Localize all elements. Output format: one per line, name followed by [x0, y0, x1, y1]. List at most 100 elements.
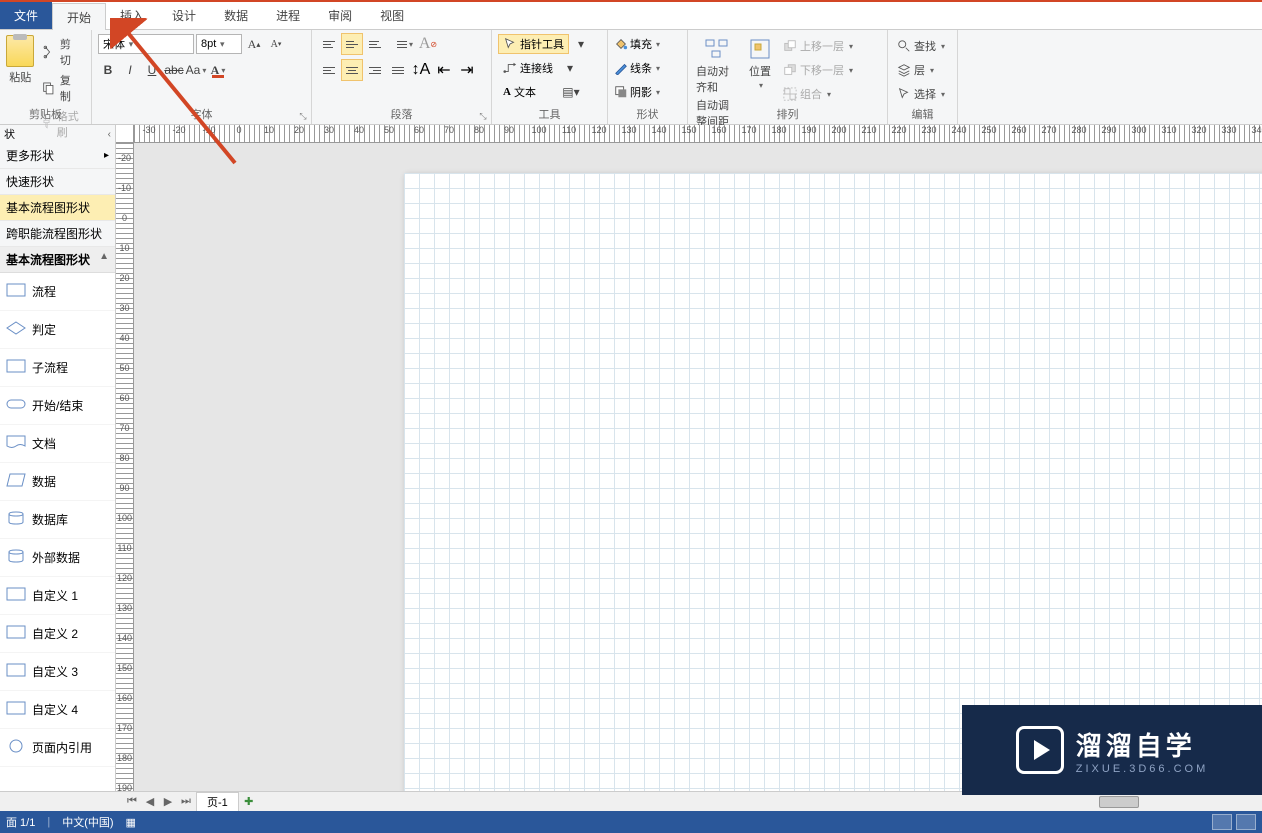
- text-direction-button[interactable]: ↕A: [410, 59, 432, 81]
- shapes-sidebar: 更多形状▸快速形状基本流程图形状跨职能流程图形状 基本流程图形状 ▲ 流程判定子…: [0, 143, 116, 791]
- shape-stencil[interactable]: 文档: [0, 425, 115, 463]
- view-normal-button[interactable]: [1212, 814, 1232, 830]
- align-middle-button[interactable]: [341, 33, 363, 55]
- status-macro-icon[interactable]: ▦: [126, 816, 136, 829]
- bucket-icon: [614, 37, 628, 51]
- align-justify-button[interactable]: [387, 59, 409, 81]
- shape-stencil[interactable]: 开始/结束: [0, 387, 115, 425]
- paste-icon: [6, 35, 34, 67]
- underline-button[interactable]: U: [142, 60, 162, 80]
- page-add[interactable]: ✚: [241, 795, 257, 808]
- view-fullscreen-button[interactable]: [1236, 814, 1256, 830]
- align-bottom-button[interactable]: [364, 33, 386, 55]
- pointer-tool-dropdown[interactable]: ▾: [571, 34, 591, 54]
- clear-formatting-button[interactable]: A⊘: [417, 33, 439, 55]
- italic-button[interactable]: I: [120, 60, 140, 80]
- tab-view[interactable]: 视图: [366, 2, 418, 29]
- shapes-panel-collapse[interactable]: ‹: [108, 129, 111, 140]
- bullets-button[interactable]: ▾: [394, 33, 416, 55]
- canvas[interactable]: [134, 143, 1262, 791]
- grow-font-button[interactable]: A▴: [244, 34, 264, 54]
- shape-stencil[interactable]: 自定义 2: [0, 615, 115, 653]
- tab-process[interactable]: 进程: [262, 2, 314, 29]
- font-color-button[interactable]: A▾: [208, 60, 228, 80]
- align-left-button[interactable]: [318, 59, 340, 81]
- page-nav-first[interactable]: ⏮: [124, 795, 140, 808]
- status-lang[interactable]: 中文(中国): [62, 814, 113, 830]
- sidebar-category[interactable]: 更多形状▸: [0, 143, 115, 169]
- scroll-up-icon[interactable]: ▲: [99, 251, 109, 262]
- sidebar-category[interactable]: 快速形状: [0, 169, 115, 195]
- align-top-button[interactable]: [318, 33, 340, 55]
- tab-home[interactable]: 开始: [52, 3, 106, 30]
- play-icon: [1016, 726, 1064, 774]
- fill-button[interactable]: 填充▾: [614, 33, 681, 55]
- page-nav-last[interactable]: ⏭: [178, 795, 194, 808]
- copy-button[interactable]: 复制: [38, 71, 85, 105]
- group-label-edit: 编辑: [888, 106, 957, 124]
- shape-icon: [6, 701, 26, 718]
- strike-button[interactable]: abc: [164, 60, 184, 80]
- horizontal-ruler[interactable]: -30-20-100102030405060708090100110120130…: [134, 125, 1262, 143]
- tab-data[interactable]: 数据: [210, 2, 262, 29]
- group-button[interactable]: 组合▾: [780, 83, 856, 105]
- page-tab-1[interactable]: 页-1: [196, 792, 239, 811]
- change-case-button[interactable]: Aa▾: [186, 60, 206, 80]
- shadow-button[interactable]: 阴影▾: [614, 81, 681, 103]
- line-button[interactable]: 线条▾: [614, 57, 681, 79]
- bold-button[interactable]: B: [98, 60, 118, 80]
- connector-tool-button[interactable]: 连接线: [498, 58, 558, 78]
- shape-stencil[interactable]: 数据: [0, 463, 115, 501]
- position-button[interactable]: 位置 ▾: [744, 33, 776, 94]
- shape-stencil[interactable]: 判定: [0, 311, 115, 349]
- font-name-combo[interactable]: 宋体▾: [98, 34, 194, 54]
- group-icon: [783, 87, 797, 101]
- shape-stencil[interactable]: 流程: [0, 273, 115, 311]
- cut-button[interactable]: 剪切: [38, 35, 85, 69]
- sidebar-category[interactable]: 基本流程图形状: [0, 195, 115, 221]
- shape-stencil[interactable]: 数据库: [0, 501, 115, 539]
- hscroll-thumb[interactable]: [1099, 796, 1139, 808]
- align-right-button[interactable]: [364, 59, 386, 81]
- shape-stencil[interactable]: 自定义 4: [0, 691, 115, 729]
- layers-button[interactable]: 层▾: [894, 59, 951, 81]
- shadow-icon: [614, 85, 628, 99]
- shape-stencil[interactable]: 子流程: [0, 349, 115, 387]
- pen-icon: [614, 61, 628, 75]
- shape-stencil[interactable]: 自定义 1: [0, 577, 115, 615]
- tab-file[interactable]: 文件: [0, 2, 52, 29]
- tab-design[interactable]: 设计: [158, 2, 210, 29]
- connector-tool-dropdown[interactable]: ▾: [560, 58, 580, 78]
- find-button[interactable]: 查找▾: [894, 35, 951, 57]
- align-center-button[interactable]: [341, 59, 363, 81]
- tab-review[interactable]: 审阅: [314, 2, 366, 29]
- font-size-combo[interactable]: 8pt▾: [196, 34, 242, 54]
- find-icon: [897, 39, 911, 53]
- shape-icon: [6, 397, 26, 414]
- bring-forward-icon: [783, 39, 797, 53]
- drawing-page[interactable]: [404, 173, 1262, 791]
- page-nav-prev[interactable]: ◀: [142, 795, 158, 808]
- tab-insert[interactable]: 插入: [106, 2, 158, 29]
- tools-gallery-button[interactable]: ▤▾: [561, 82, 581, 102]
- bring-forward-button[interactable]: 上移一层▾: [780, 35, 856, 57]
- shrink-font-button[interactable]: A▾: [266, 34, 286, 54]
- vertical-ruler[interactable]: -20-100102030405060708090100110120130140…: [116, 143, 134, 791]
- sidebar-category[interactable]: 跨职能流程图形状: [0, 221, 115, 247]
- increase-indent-button[interactable]: ⇥: [456, 59, 478, 81]
- shape-stencil[interactable]: 页面内引用: [0, 729, 115, 767]
- shape-stencil[interactable]: 外部数据: [0, 539, 115, 577]
- shape-icon: [6, 435, 26, 452]
- shape-stencil[interactable]: 自定义 3: [0, 653, 115, 691]
- page-nav-next[interactable]: ▶: [160, 795, 176, 808]
- shapes-list[interactable]: 流程判定子流程开始/结束文档数据数据库外部数据自定义 1自定义 2自定义 3自定…: [0, 273, 115, 791]
- para-dialog-launcher[interactable]: ⤡: [477, 110, 489, 122]
- text-tool-button[interactable]: A 文本: [498, 82, 541, 102]
- decrease-indent-button[interactable]: ⇤: [433, 59, 455, 81]
- select-button[interactable]: 选择▾: [894, 83, 951, 105]
- pointer-tool-button[interactable]: 指针工具: [498, 34, 569, 54]
- paste-button[interactable]: 粘贴: [6, 33, 34, 141]
- send-backward-button[interactable]: 下移一层▾: [780, 59, 856, 81]
- group-label-clipboard: 剪贴板: [0, 106, 91, 124]
- font-dialog-launcher[interactable]: ⤡: [297, 110, 309, 122]
